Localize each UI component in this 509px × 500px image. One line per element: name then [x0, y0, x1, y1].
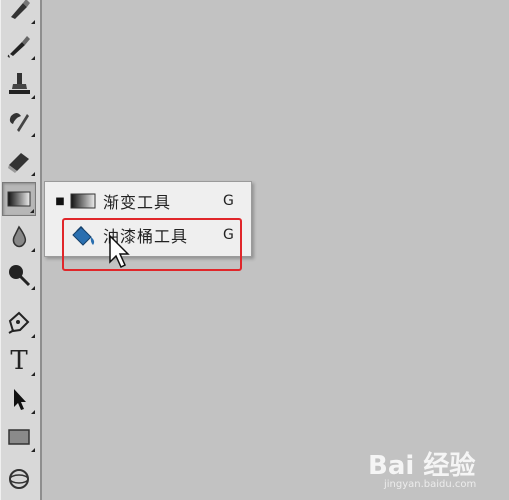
menu-item-label: 渐变工具	[103, 193, 172, 212]
watermark-url: jingyan.baidu.com	[384, 479, 477, 490]
red-highlight-box	[62, 218, 242, 271]
brush-icon	[11, 0, 30, 19]
dodge-icon	[9, 265, 31, 287]
dodge-tool[interactable]	[2, 258, 36, 292]
type-tool[interactable]: T	[2, 344, 36, 378]
path-selection-tool[interactable]	[2, 382, 36, 416]
gradient-tool[interactable]	[2, 182, 36, 216]
brush-tool[interactable]	[2, 0, 36, 26]
arrow-icon	[14, 389, 26, 410]
type-icon: T	[10, 346, 28, 376]
gradient-icon	[7, 191, 31, 207]
shape-tool[interactable]	[2, 420, 36, 454]
art-brush-icon	[9, 113, 29, 132]
gradient-icon	[69, 190, 97, 212]
eraser-tool[interactable]	[2, 144, 36, 178]
mouse-cursor-icon	[108, 234, 132, 270]
baidu-jingyan-watermark: Bai 经验 jingyan.baidu.com	[360, 445, 500, 497]
art-history-brush-tool[interactable]	[2, 105, 36, 139]
3d-tool[interactable]	[2, 462, 36, 496]
pen-tool[interactable]	[2, 306, 36, 340]
shortcut-key: G	[223, 193, 234, 209]
history-brush-tool[interactable]	[2, 28, 36, 62]
pen-icon	[8, 311, 30, 334]
eraser-icon	[8, 153, 29, 173]
menu-item-gradient-tool[interactable]: ■ 渐变工具 G	[45, 184, 251, 218]
stamp-icon	[9, 73, 30, 94]
drop-icon	[12, 225, 27, 248]
rectangle-icon	[8, 429, 30, 445]
3d-icon	[9, 469, 29, 489]
selected-check-icon: ■	[55, 195, 65, 207]
blur-tool[interactable]	[2, 220, 36, 254]
clone-stamp-tool[interactable]	[2, 67, 36, 101]
tool-panel: T	[0, 0, 42, 500]
watermark-logo: Bai 经验	[368, 451, 476, 481]
history-brush-icon	[7, 36, 30, 58]
